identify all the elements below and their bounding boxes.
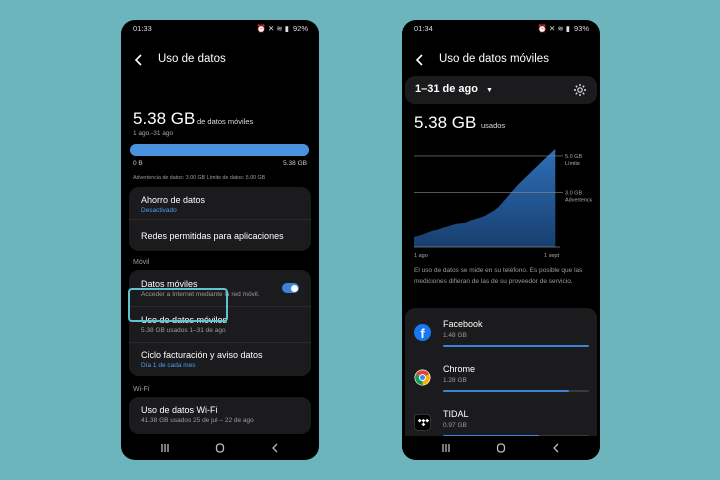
app-usage-amount: 1.28 GB	[443, 377, 467, 384]
facebook-icon: f	[414, 324, 431, 341]
recent-apps-icon[interactable]	[439, 442, 453, 454]
home-icon[interactable]	[494, 442, 508, 454]
app-usage-bar	[443, 345, 589, 347]
status-time: 01:33	[133, 24, 152, 33]
app-header: Uso de datos	[130, 51, 310, 69]
allowed-networks-title: Redes permitidas para aplicaciones	[141, 231, 284, 241]
battery-level: 93%	[573, 24, 589, 33]
back-arrow-icon[interactable]	[133, 53, 145, 67]
app-usage-bar-fill	[443, 390, 569, 392]
reference-line-value: 3.0 GB	[565, 190, 582, 196]
mobile-usage-sub: 5.38 GB usados 1–31 de ago	[141, 327, 226, 334]
dropdown-arrow-icon: ▼	[486, 87, 493, 94]
app-usage-bar	[443, 390, 589, 392]
navigation-bar	[121, 436, 319, 460]
highlight-frame	[128, 288, 228, 322]
settings-card-mobile: Datos móviles Acceder a Internet mediant…	[129, 270, 311, 376]
navigation-bar	[402, 436, 600, 460]
billing-cycle-sub: Día 1 de cada mes	[141, 362, 196, 369]
x-tick-label: 1 ago	[414, 253, 428, 259]
phone-screen-mobile-data-usage: 01:34 ⏰ ✕ ≋ ▮ 93% Uso de datos móviles 1…	[402, 20, 600, 460]
allowed-networks-row[interactable]: Redes permitidas para aplicaciones	[129, 220, 311, 251]
billing-cycle-title: Ciclo facturación y aviso datos	[141, 350, 263, 360]
total-usage-value: 5.38 GB	[133, 109, 196, 128]
signal-icon: ▮	[284, 24, 289, 33]
total-usage-unit: usados	[481, 121, 506, 130]
bar-max-label: 5.38 GB	[283, 160, 307, 167]
total-usage-value: 5.38 GB	[414, 113, 477, 132]
phone-screen-data-usage: 01:33 ⏰ ✕ ≋ ▮ 92% Uso de datos 5.38 GB d…	[121, 20, 319, 460]
usage-bar-fill	[130, 144, 309, 156]
measurement-disclaimer: El uso de datos se mide en su teléfono. …	[414, 267, 583, 285]
period-label: 1–31 de ago	[415, 83, 478, 95]
usage-period: 1 ago.-31 ago	[133, 130, 174, 137]
gear-icon[interactable]	[573, 83, 587, 97]
wifi-icon: ≋	[557, 24, 564, 33]
back-icon[interactable]	[549, 442, 563, 454]
battery-level: 92%	[292, 24, 308, 33]
tidal-icon	[414, 414, 431, 431]
mute-icon: ✕	[548, 24, 556, 33]
signal-icon: ▮	[565, 24, 570, 33]
data-saver-title: Ahorro de datos	[141, 195, 206, 205]
toggle-knob	[290, 284, 298, 292]
home-icon[interactable]	[213, 442, 227, 454]
data-saver-status: Desactivado	[141, 207, 177, 214]
wifi-usage-title: Uso de datos Wi-Fi	[141, 405, 218, 415]
mobile-data-toggle[interactable]	[282, 283, 299, 293]
reference-line-value: 5.0 GB	[565, 154, 582, 160]
status-icons: ⏰ ✕ ≋ ▮ 93%	[538, 24, 589, 33]
usage-chart: 5.0 GBLímite 3.0 GBAdvertencia 1 ago 1 sept	[414, 149, 592, 259]
status-time: 01:34	[414, 24, 433, 33]
alarm-icon: ⏰	[537, 24, 547, 33]
app-item-chrome[interactable]: Chrome 1.28 GB	[405, 359, 597, 404]
app-name: TIDAL	[443, 409, 469, 419]
usage-area	[414, 149, 556, 247]
app-usage-list: f Facebook 1.48 GB Chrome 1.28 GB TIDAL …	[405, 308, 597, 443]
app-header: Uso de datos móviles	[411, 51, 591, 69]
back-arrow-icon[interactable]	[414, 53, 426, 67]
reference-line-label: Límite	[565, 161, 580, 167]
bar-min-label: 0 B	[133, 160, 143, 167]
status-bar: 01:33 ⏰ ✕ ≋ ▮ 92%	[121, 24, 319, 34]
recent-apps-icon[interactable]	[158, 442, 172, 454]
wifi-usage-sub: 41.38 GB usados 25 de jul – 22 de ago	[141, 417, 254, 424]
data-saver-row[interactable]: Ahorro de datos Desactivado	[129, 187, 311, 219]
app-name: Facebook	[443, 319, 483, 329]
status-bar: 01:34 ⏰ ✕ ≋ ▮ 93%	[402, 24, 600, 34]
wifi-icon: ≋	[276, 24, 283, 33]
chrome-icon	[414, 369, 431, 386]
page-title: Uso de datos	[158, 53, 226, 65]
app-name: Chrome	[443, 364, 476, 374]
section-mobile-label: Móvil	[133, 259, 150, 266]
wifi-usage-row[interactable]: Uso de datos Wi-Fi 41.38 GB usados 25 de…	[129, 397, 311, 434]
billing-cycle-row[interactable]: Ciclo facturación y aviso datos Día 1 de…	[129, 343, 311, 376]
page-title: Uso de datos móviles	[439, 53, 549, 65]
app-item-facebook[interactable]: f Facebook 1.48 GB	[405, 314, 597, 359]
x-tick-label: 1 sept	[544, 253, 559, 259]
app-usage-amount: 0.97 GB	[443, 422, 467, 429]
total-usage-unit: de datos móviles	[197, 117, 254, 126]
app-usage-bar-fill	[443, 345, 589, 347]
back-icon[interactable]	[268, 442, 282, 454]
usage-bar	[130, 144, 309, 156]
period-bar: 1–31 de ago ▼	[405, 76, 597, 104]
reference-line-label: Advertencia	[565, 197, 592, 203]
mute-icon: ✕	[267, 24, 275, 33]
settings-card-saver: Ahorro de datos Desactivado Redes permit…	[129, 187, 311, 251]
section-wifi-label: Wi-Fi	[133, 386, 150, 393]
warning-limit-text: Advertencia de datos: 3.00 GB Límite de …	[133, 175, 266, 181]
status-icons: ⏰ ✕ ≋ ▮ 92%	[257, 24, 308, 33]
alarm-icon: ⏰	[256, 24, 266, 33]
period-selector[interactable]: 1–31 de ago ▼	[415, 83, 493, 95]
app-usage-amount: 1.48 GB	[443, 332, 467, 339]
